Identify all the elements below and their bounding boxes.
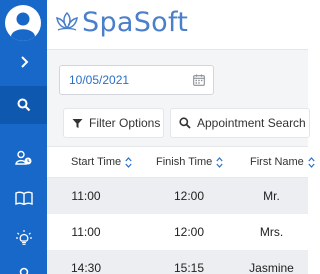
column-header-start-time[interactable]: Start Time	[71, 147, 132, 177]
date-input[interactable]	[60, 66, 190, 94]
finish-time-cell: 12:00	[173, 225, 205, 239]
table-row[interactable]: 14:30 15:15 Jasmine	[47, 250, 308, 274]
search-icon	[179, 117, 191, 129]
table-header: Start Time Finish Time First Name	[47, 146, 315, 178]
filter-options-label: Filter Options	[89, 116, 161, 130]
first-name-cell: Jasmine	[249, 261, 294, 274]
date-field[interactable]	[59, 65, 214, 95]
sidebar-item-ideas[interactable]	[0, 219, 47, 257]
start-time-cell: 14:30	[70, 261, 102, 274]
chevron-right-icon	[20, 56, 28, 68]
sort-icon	[308, 156, 315, 168]
lotus-logo-icon	[56, 11, 78, 31]
finish-time-cell: 12:00	[173, 189, 205, 203]
appointment-search-label: Appointment Search	[197, 116, 306, 130]
column-label: First Name	[250, 156, 304, 168]
sidebar-item-settings[interactable]	[0, 262, 47, 274]
app-header: SpaSoft	[47, 0, 308, 50]
start-time-cell: 11:00	[71, 225, 101, 239]
filter-options-button[interactable]: Filter Options	[63, 108, 164, 138]
start-time-cell: 11:00	[71, 189, 101, 203]
column-header-first-name[interactable]: First Name	[250, 147, 315, 177]
sidebar-item-search[interactable]	[0, 86, 47, 124]
first-name-cell: Mrs.	[259, 225, 284, 239]
sidebar	[0, 0, 47, 274]
main-content: Filter Options Appointment Search Start …	[47, 50, 315, 274]
app-brand-name: SpaSoft	[82, 7, 189, 38]
book-icon	[14, 191, 33, 205]
finish-time-cell: 15:15	[173, 261, 205, 274]
calendar-icon[interactable]	[193, 74, 205, 86]
sort-icon	[125, 156, 132, 168]
column-label: Start Time	[71, 156, 122, 168]
user-avatar-icon[interactable]	[5, 5, 41, 41]
user-clock-icon	[14, 150, 31, 165]
sidebar-expand-button[interactable]	[0, 43, 47, 81]
column-label: Finish Time	[156, 156, 213, 168]
sidebar-item-catalog[interactable]	[0, 179, 47, 217]
table-row[interactable]: 11:00 12:00 Mr.	[47, 178, 308, 214]
appointment-search-button[interactable]: Appointment Search	[170, 108, 310, 138]
sidebar-item-customers[interactable]	[0, 139, 47, 177]
filter-icon	[72, 118, 83, 128]
sort-icon	[216, 156, 223, 168]
lightbulb-icon	[15, 230, 32, 245]
table-row[interactable]: 11:00 12:00 Mrs.	[47, 214, 308, 250]
first-name-cell: Mr.	[263, 189, 280, 203]
column-header-finish-time[interactable]: Finish Time	[156, 147, 223, 177]
gear-icon	[19, 267, 28, 274]
search-icon	[17, 98, 30, 112]
